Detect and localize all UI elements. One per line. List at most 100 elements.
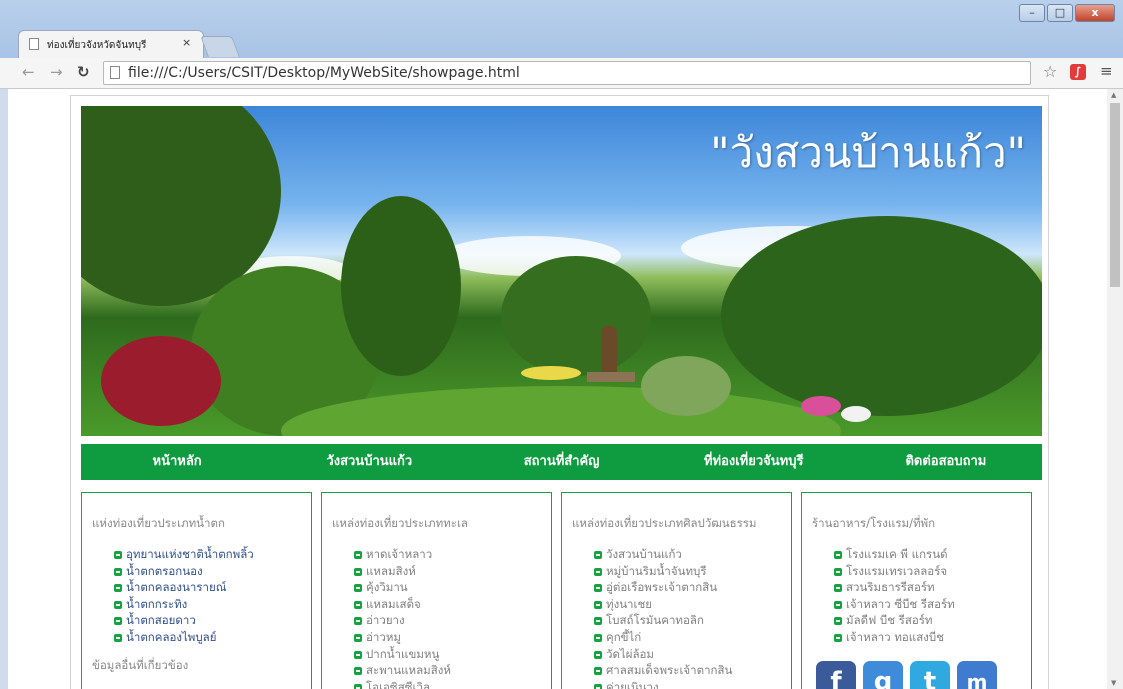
nav-item-home[interactable]: หน้าหลัก	[81, 444, 273, 480]
bullet-icon	[354, 600, 362, 609]
browser-titlebar: ท่องเที่ยวจังหวัดจันทบุรี × – □ x	[0, 0, 1123, 58]
twitter-icon[interactable]: t	[910, 661, 950, 689]
list-item[interactable]: คุกขี้ไก่	[594, 629, 732, 646]
list-item[interactable]: ทุ่งนาเชย	[594, 596, 732, 613]
page-viewport: "วังสวนบ้านแก้ว" หน้าหลัก วังสวนบ้านแก้ว…	[8, 89, 1107, 689]
list-item[interactable]: ปากน้ำแขมหนู	[354, 646, 451, 663]
bullet-icon	[354, 633, 362, 642]
list-item[interactable]: อุทยานแห่งชาติน้ำตกพลิ้ว	[114, 546, 254, 563]
bullet-icon	[114, 551, 122, 559]
list-item[interactable]: วังสวนบ้านแก้ว	[594, 546, 732, 563]
page-container: "วังสวนบ้านแก้ว" หน้าหลัก วังสวนบ้านแก้ว…	[70, 95, 1049, 689]
bullet-icon	[594, 667, 602, 676]
extension-icon[interactable]: ∫	[1070, 64, 1086, 80]
list-item[interactable]: อู่ต่อเรือพระเจ้าตากสิน	[594, 579, 732, 596]
page-icon	[110, 66, 120, 79]
nav-item-contact[interactable]: ติดต่อสอบถาม	[850, 444, 1042, 480]
main-nav: หน้าหลัก วังสวนบ้านแก้ว สถานที่สำคัญ ที่…	[81, 444, 1042, 480]
facebook-icon[interactable]: f	[816, 661, 856, 689]
page-icon	[29, 38, 39, 50]
list-item[interactable]: หาดเจ้าหลาว	[354, 546, 451, 563]
list-item[interactable]: โบสถ์โรมันคาทอลิก	[594, 612, 732, 629]
forward-icon[interactable]: →	[50, 63, 63, 81]
bullet-icon	[594, 617, 602, 626]
box-heading: แหล่งท่องเที่ยวประเภททะเล	[332, 516, 468, 530]
list-item[interactable]: แหลมเสด็จ	[354, 596, 451, 613]
minimize-button[interactable]: –	[1019, 4, 1045, 22]
back-icon[interactable]: ←	[22, 63, 35, 81]
beach-box: แหล่งท่องเที่ยวประเภททะเล หาดเจ้าหลาว แห…	[321, 492, 552, 689]
bullet-icon	[594, 600, 602, 609]
box-heading: แห่งท่องเที่ยวประเภทน้ำตก	[92, 516, 225, 530]
bullet-icon	[114, 600, 122, 609]
vertical-scrollbar[interactable]: ▲ ▼	[1107, 89, 1123, 689]
waterfall-box: แห่งท่องเที่ยวประเภทน้ำตก อุทยานแห่งชาติ…	[81, 492, 312, 689]
list-item[interactable]: น้ำตกกระทิง	[114, 596, 254, 613]
info-boxes: แห่งท่องเที่ยวประเภทน้ำตก อุทยานแห่งชาติ…	[81, 492, 1042, 689]
bullet-icon	[834, 584, 842, 593]
bookmark-star-icon[interactable]: ☆	[1043, 62, 1057, 81]
menu-icon[interactable]: ≡	[1100, 62, 1113, 80]
list-item[interactable]: คุ้งวิมาน	[354, 579, 451, 596]
nav-item-landmarks[interactable]: สถานที่สำคัญ	[465, 444, 657, 480]
nav-item-wang-suan[interactable]: วังสวนบ้านแก้ว	[273, 444, 465, 480]
nav-item-attractions[interactable]: ที่ท่องเที่ยวจันทบุรี	[658, 444, 850, 480]
list-item[interactable]: น้ำตกสอยดาว	[114, 612, 254, 629]
bullet-icon	[834, 551, 842, 559]
bullet-icon	[354, 650, 362, 659]
list-item[interactable]: น้ำตกคลองไพบูลย์	[114, 629, 254, 646]
list-item[interactable]: เจ้าหลาว ทอแสงบีช	[834, 629, 955, 646]
list-item[interactable]: หมู่บ้านริมน้ำจันทบุรี	[594, 563, 732, 580]
bullet-icon	[354, 567, 362, 576]
address-bar[interactable]: file:///C:/Users/CSIT/Desktop/MyWebSite/…	[103, 61, 1031, 85]
browser-tab[interactable]: ท่องเที่ยวจังหวัดจันทบุรี ×	[18, 30, 204, 58]
tab-title: ท่องเที่ยวจังหวัดจันทบุรี	[47, 40, 147, 51]
tab-close-icon[interactable]: ×	[182, 36, 191, 49]
bullet-icon	[594, 584, 602, 593]
scroll-down-icon[interactable]: ▼	[1111, 679, 1116, 687]
bullet-icon	[354, 551, 362, 559]
maximize-button[interactable]: □	[1047, 4, 1073, 22]
list-item[interactable]: อ่าวหมู	[354, 629, 451, 646]
list-item[interactable]: น้ำตกตรอกนอง	[114, 563, 254, 580]
bullet-icon	[354, 617, 362, 626]
list-item[interactable]: อ่าวยาง	[354, 612, 451, 629]
tree	[721, 216, 1042, 416]
window-controls: – □ x	[1017, 4, 1115, 22]
myspace-icon[interactable]: m	[957, 661, 997, 689]
scroll-up-icon[interactable]: ▲	[1111, 91, 1116, 99]
culture-box: แหล่งท่องเที่ยวประเภทศิลปวัฒนธรรม วังสวน…	[561, 492, 792, 689]
bullet-icon	[114, 617, 122, 626]
red-plant	[101, 336, 221, 426]
list-item[interactable]: สะพานแหลมสิงห์	[354, 662, 451, 679]
close-window-button[interactable]: x	[1075, 4, 1115, 22]
list-item[interactable]: โอเอซิสซีเวิล	[354, 679, 451, 689]
social-links: f g t m	[816, 661, 1004, 689]
new-tab-button[interactable]	[200, 36, 240, 57]
list-item[interactable]: ศาลสมเด็จพระเจ้าตากสิน	[594, 662, 732, 679]
bullet-icon	[834, 633, 842, 642]
bullet-icon	[114, 584, 122, 593]
list-item[interactable]: น้ำตกคลองนารายณ์	[114, 579, 254, 596]
list-item[interactable]: ค่ายเนินวง	[594, 679, 732, 689]
url-text[interactable]: file:///C:/Users/CSIT/Desktop/MyWebSite/…	[128, 65, 520, 81]
banner-title: "วังสวนบ้านแก้ว"	[710, 128, 1026, 177]
statue	[601, 326, 617, 374]
bullet-icon	[114, 633, 122, 642]
list-item[interactable]: เจ้าหลาว ซีบีช รีสอร์ท	[834, 596, 955, 613]
list-item[interactable]: วัดไผ่ล้อม	[594, 646, 732, 663]
beach-list: หาดเจ้าหลาว แหลมสิงห์ คุ้งวิมาน แหลมเสด็…	[354, 546, 451, 689]
list-item[interactable]: แหลมสิงห์	[354, 563, 451, 580]
flowers	[801, 396, 841, 416]
flowers	[841, 406, 871, 422]
list-item[interactable]: มัลดีฟ บีช รีสอร์ท	[834, 612, 955, 629]
box-heading: ร้านอาหาร/โรงแรม/ที่พัก	[812, 516, 936, 530]
culture-list: วังสวนบ้านแก้ว หมู่บ้านริมน้ำจันทบุรี อู…	[594, 546, 732, 689]
google-icon[interactable]: g	[863, 661, 903, 689]
reload-icon[interactable]: ↻	[77, 63, 90, 81]
list-item[interactable]: โรงแรมเค พี แกรนด์	[834, 546, 955, 563]
scrollbar-thumb[interactable]	[1110, 103, 1120, 287]
list-item[interactable]: โรงแรมเทรเวลลอร์จ	[834, 563, 955, 580]
waterfall-list: อุทยานแห่งชาติน้ำตกพลิ้ว น้ำตกตรอกนอง น้…	[114, 546, 254, 646]
list-item[interactable]: สวนริมธารรีสอร์ท	[834, 579, 955, 596]
